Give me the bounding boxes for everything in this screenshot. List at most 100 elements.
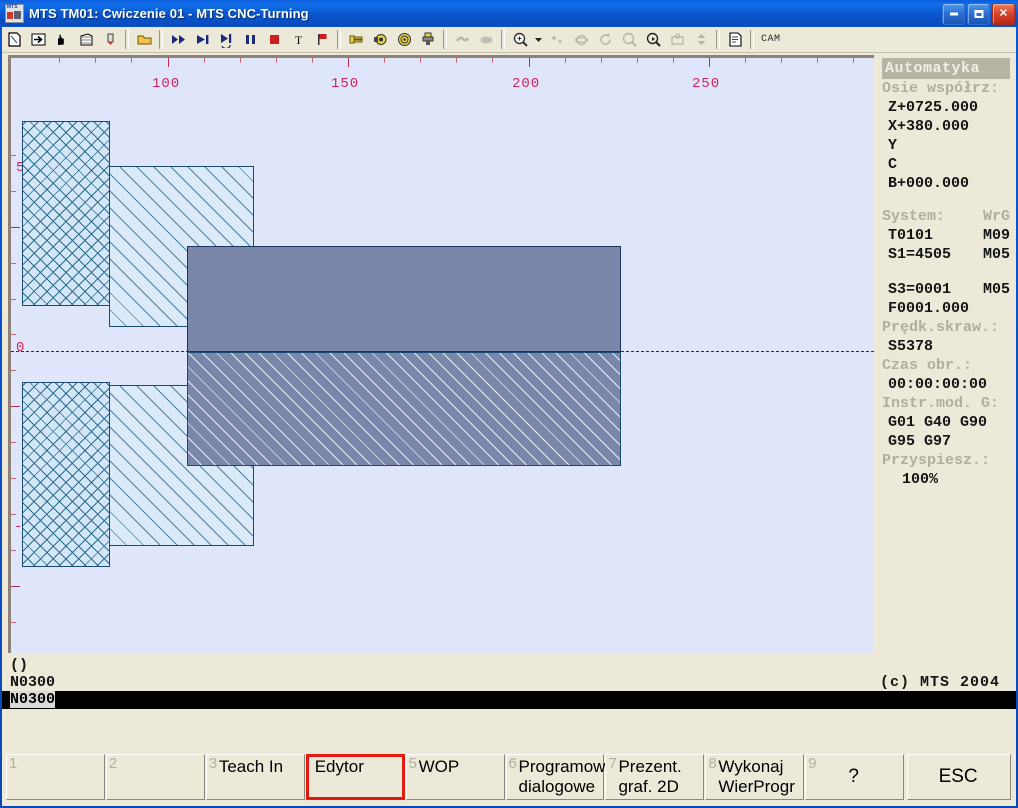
fkey-number: 7 bbox=[608, 755, 617, 772]
feed-override-value: 100% bbox=[902, 471, 939, 488]
flag-icon[interactable] bbox=[311, 29, 333, 50]
pause-icon[interactable] bbox=[239, 29, 261, 50]
spindle1-value: S1=4505 bbox=[888, 246, 952, 263]
ruler-label-h: 100 bbox=[152, 76, 181, 92]
graphics-view[interactable]: 100 150 200 250 50 0 -50 bbox=[8, 55, 874, 653]
machining-time-value: 00:00:00:00 bbox=[888, 376, 988, 393]
view-icon bbox=[666, 29, 688, 50]
center-axis-line bbox=[11, 351, 874, 352]
close-icon[interactable]: ✕ bbox=[992, 3, 1015, 25]
maximize-icon[interactable] bbox=[967, 3, 990, 25]
tool-m-code: M09 bbox=[982, 227, 1010, 244]
axis-y-value: Y bbox=[888, 137, 898, 154]
fkey-9-help[interactable]: 9 ? bbox=[805, 754, 905, 800]
chuck-icon[interactable] bbox=[345, 29, 367, 50]
system-row: System: WrG bbox=[880, 207, 1012, 226]
collapse-icon bbox=[690, 29, 712, 50]
function-key-bar: 1 2 3 Teach In 4 Edytor 5 WOP 6 Programo… bbox=[2, 748, 1016, 806]
current-block-line: N0300 bbox=[10, 674, 56, 691]
ruler-label-h: 200 bbox=[512, 76, 541, 92]
axis-c-value: C bbox=[888, 156, 898, 173]
mts-app-icon: MTS bbox=[5, 3, 24, 23]
chip-icon bbox=[451, 29, 473, 50]
ruler-label-v: 0 bbox=[16, 340, 26, 356]
toolbar-separator bbox=[337, 30, 341, 49]
chuck-jaw-lower bbox=[187, 352, 621, 466]
spindle1-row: S1=4505 M05 bbox=[880, 245, 1012, 264]
fkey-label: ESC bbox=[938, 766, 978, 787]
fkey-number: 6 bbox=[508, 755, 517, 772]
title-bar: MTS MTS TM01: Cwiczenie 01 - MTS CNC-Tur… bbox=[0, 0, 1018, 26]
fkey-2[interactable]: 2 bbox=[105, 754, 205, 800]
status-line-area: () N0300 (c) MTS 2004 N0300 bbox=[2, 657, 1016, 709]
zoom-select-icon[interactable] bbox=[642, 29, 664, 50]
rotate-3d-icon bbox=[570, 29, 592, 50]
fkey-6-dialog-programming[interactable]: 6 Programow dialogowe bbox=[505, 754, 606, 800]
rotate-icon bbox=[594, 29, 616, 50]
play-to-end-icon[interactable] bbox=[191, 29, 213, 50]
chuck-jaw-upper bbox=[187, 246, 621, 352]
text-tool-icon[interactable]: T bbox=[287, 29, 309, 50]
system-value: WrG bbox=[982, 208, 1010, 225]
main-content-area: 100 150 200 250 50 0 -50 Automatyka Osie… bbox=[2, 53, 1016, 753]
toolbar-separator bbox=[501, 30, 505, 49]
ruler-label-h: 150 bbox=[331, 76, 360, 92]
step-forward-arrow-icon[interactable] bbox=[27, 29, 49, 50]
svg-text:T: T bbox=[294, 33, 302, 47]
main-toolbar: T CAM bbox=[2, 27, 1016, 53]
fkey-label: Programow dialogowe bbox=[518, 757, 606, 796]
fkey-label: Prezent. graf. 2D bbox=[618, 757, 682, 796]
fkey-1[interactable]: 1 bbox=[6, 754, 105, 800]
fkey-esc[interactable]: ESC bbox=[907, 754, 1012, 800]
tool-row: T0101 M09 bbox=[880, 226, 1012, 245]
tool-value: T0101 bbox=[888, 227, 934, 244]
copyright-text: (c) MTS 2004 bbox=[879, 674, 1000, 691]
blank-icon bbox=[475, 29, 497, 50]
tool-icon[interactable] bbox=[99, 29, 121, 50]
single-step-icon[interactable] bbox=[215, 29, 237, 50]
properties-icon[interactable] bbox=[724, 29, 746, 50]
machine-icon[interactable] bbox=[75, 29, 97, 50]
minimize-icon[interactable] bbox=[942, 3, 965, 25]
modal-g-line1: G01 G40 G90 bbox=[888, 414, 988, 431]
comment-line: () bbox=[10, 657, 29, 674]
open-folder-icon[interactable] bbox=[133, 29, 155, 50]
fkey-8-execute-program[interactable]: 8 Wykonaj WierProgr bbox=[705, 754, 805, 800]
turret-icon[interactable] bbox=[369, 29, 391, 50]
fkey-number: 3 bbox=[208, 755, 218, 772]
stop-icon[interactable] bbox=[263, 29, 285, 50]
toolbar-separator bbox=[125, 30, 129, 49]
hand-stop-icon[interactable] bbox=[51, 29, 73, 50]
fkey-7-2d-graphics[interactable]: 7 Prezent. graf. 2D bbox=[605, 754, 705, 800]
spindle3-m-code: M05 bbox=[982, 281, 1010, 298]
command-input-line[interactable]: N0300 bbox=[2, 691, 1016, 709]
fkey-5-wop[interactable]: 5 WOP bbox=[405, 754, 505, 800]
zoom-dropdown-icon[interactable] bbox=[533, 29, 544, 50]
new-document-icon[interactable] bbox=[3, 29, 25, 50]
clamp-icon[interactable] bbox=[417, 29, 439, 50]
system-label: System: bbox=[882, 208, 946, 225]
spindle3-value: S3=0001 bbox=[888, 281, 952, 298]
operating-mode-banner: Automatyka bbox=[882, 58, 1010, 79]
fast-forward-icon[interactable] bbox=[167, 29, 189, 50]
vertical-ruler bbox=[8, 55, 11, 653]
fkey-4-edytor[interactable]: 4 Edytor bbox=[305, 754, 405, 800]
feed-value: F0001.000 bbox=[888, 300, 970, 317]
feed-override-label: Przyspiesz.: bbox=[882, 452, 991, 469]
input-cursor: N bbox=[10, 691, 20, 708]
spindle3-row: S3=0001 M05 bbox=[880, 280, 1012, 299]
tool-wheel-icon[interactable] bbox=[393, 29, 415, 50]
axis-x-value: X+380.000 bbox=[888, 118, 970, 135]
fkey-number: 8 bbox=[708, 755, 717, 772]
machine-status-panel: Automatyka Osie współrz: Z+0725.000 X+38… bbox=[880, 55, 1012, 653]
fkey-3-teach-in[interactable]: 3 Teach In bbox=[205, 754, 305, 800]
raw-stock-lower bbox=[22, 382, 110, 567]
axis-z-value: Z+0725.000 bbox=[888, 99, 979, 116]
toolbar-separator bbox=[716, 30, 720, 49]
cam-label[interactable]: CAM bbox=[761, 34, 781, 45]
cutting-speed-label: Prędk.skraw.: bbox=[882, 319, 1000, 336]
zoom-icon[interactable] bbox=[509, 29, 531, 50]
modal-g-line2: G95 G97 bbox=[888, 433, 952, 450]
window-controls: ✕ bbox=[942, 3, 1015, 25]
axis-b-value: B+000.000 bbox=[888, 175, 970, 192]
